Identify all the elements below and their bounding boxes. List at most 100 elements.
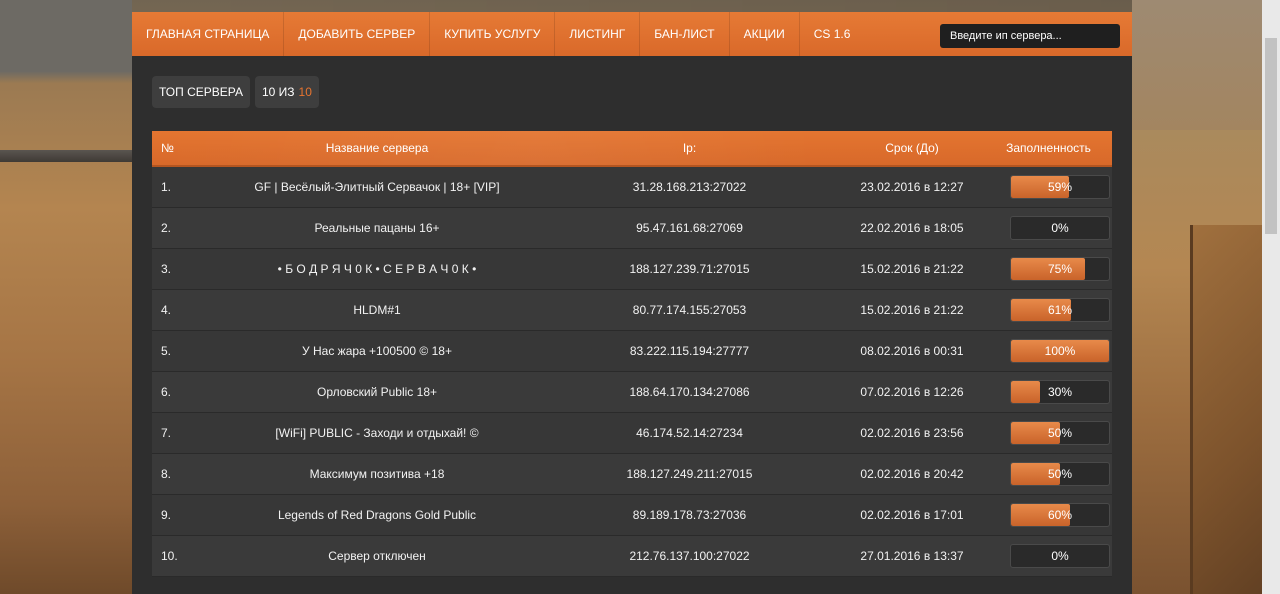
nav-home[interactable]: ГЛАВНАЯ СТРАНИЦА: [132, 12, 285, 56]
fill-progress-bar: 59%: [1010, 175, 1110, 199]
row-server-ip[interactable]: 188.127.249.211:27015: [542, 467, 837, 481]
row-server-ip[interactable]: 95.47.161.68:27069: [542, 221, 837, 235]
page-scrollbar[interactable]: [1262, 0, 1280, 594]
header-ip: Ip:: [682, 141, 697, 155]
row-server-ip[interactable]: 188.64.170.134:27086: [542, 385, 837, 399]
row-expiry-date: 23.02.2016 в 12:27: [860, 180, 964, 194]
fill-progress-bar: 61%: [1010, 298, 1110, 322]
server-ip-search-input[interactable]: Введите ип сервера...: [940, 24, 1120, 48]
row-expiry-date: 15.02.2016 в 21:22: [860, 303, 964, 317]
row-number: 6.: [161, 385, 172, 399]
row-server-name[interactable]: GF | Весёлый-Элитный Сервачок | 18+ [VIP…: [212, 180, 542, 194]
fill-progress-bar: 50%: [1010, 462, 1110, 486]
header-number: №: [161, 141, 174, 155]
row-number: 1.: [161, 180, 172, 194]
table-header: № Название сервера Ip: Срок (До) Заполне…: [152, 131, 1112, 167]
row-server-ip[interactable]: 188.127.239.71:27015: [542, 262, 837, 276]
header-expiry: Срок (До): [885, 141, 939, 155]
fill-percent-label: 30%: [1047, 385, 1073, 399]
fill-percent-label: 50%: [1047, 467, 1073, 481]
nav-listing[interactable]: ЛИСТИНГ: [555, 12, 641, 56]
server-count-total: 10: [298, 85, 312, 99]
header-server-name: Название сервера: [325, 141, 429, 155]
row-server-name[interactable]: Legends of Red Dragons Gold Public: [212, 508, 542, 522]
servers-table: № Название сервера Ip: Срок (До) Заполне…: [152, 131, 1112, 577]
background-scene-left: [0, 0, 132, 594]
fill-progress-bar: 60%: [1010, 503, 1110, 527]
row-fill-cell: 75%: [987, 257, 1112, 281]
row-server-ip[interactable]: 80.77.174.155:27053: [542, 303, 837, 317]
row-server-name[interactable]: У Нас жара +100500 © 18+: [212, 344, 542, 358]
fill-progress-bar: 100%: [1010, 339, 1110, 363]
server-count-badge: 10 ИЗ 10: [254, 76, 319, 108]
table-row[interactable]: 6. Орловский Public 18+ 188.64.170.134:270…: [152, 372, 1112, 413]
row-server-name[interactable]: Максимум позитива +18: [212, 467, 542, 481]
table-row[interactable]: 4. HLDM#1 80.77.174.155:27053 15.02.2016 в …: [152, 290, 1112, 331]
row-fill-cell: 0%: [987, 216, 1112, 240]
row-server-name[interactable]: HLDM#1: [212, 303, 542, 317]
row-fill-cell: 61%: [987, 298, 1112, 322]
row-number: 5.: [161, 344, 172, 358]
table-row[interactable]: 1. GF | Весёлый-Элитный Сервачок | 18+ [V…: [152, 167, 1112, 208]
row-server-name[interactable]: [WiFi] PUBLIC - Заходи и отдыхай! ©: [212, 426, 542, 440]
row-expiry-date: 15.02.2016 в 21:22: [860, 262, 964, 276]
row-number: 10.: [161, 549, 178, 563]
scrollbar-thumb[interactable]: [1265, 38, 1277, 234]
fill-progress-bar: 75%: [1010, 257, 1110, 281]
table-row[interactable]: 10. Сервер отключен 212.76.137.100:27022 27…: [152, 536, 1112, 577]
row-server-ip[interactable]: 212.76.137.100:27022: [542, 549, 837, 563]
table-row[interactable]: 3. • Б О Д Р Я Ч 0 К • С Е Р В А Ч 0 К • 1…: [152, 249, 1112, 290]
row-number: 8.: [161, 467, 172, 481]
row-fill-cell: 50%: [987, 462, 1112, 486]
row-expiry-date: 02.02.2016 в 23:56: [860, 426, 964, 440]
row-server-name[interactable]: • Б О Д Р Я Ч 0 К • С Е Р В А Ч 0 К •: [212, 262, 542, 276]
table-row[interactable]: 8. Максимум позитива +18 188.127.249.211:2…: [152, 454, 1112, 495]
top-servers-tab[interactable]: ТОП СЕРВЕРА: [152, 76, 250, 108]
row-expiry-date: 07.02.2016 в 12:26: [860, 385, 964, 399]
nav-promotions[interactable]: АКЦИИ: [730, 12, 800, 56]
fill-percent-label: 75%: [1047, 262, 1073, 276]
fill-progress-bar: 30%: [1010, 380, 1110, 404]
row-number: 9.: [161, 508, 172, 522]
row-server-ip[interactable]: 89.189.178.73:27036: [542, 508, 837, 522]
server-count-prefix: 10 ИЗ: [261, 85, 295, 99]
row-expiry-date: 27.01.2016 в 13:37: [860, 549, 964, 563]
row-expiry-date: 08.02.2016 в 00:31: [860, 344, 964, 358]
nav-buy-service[interactable]: КУПИТЬ УСЛУГУ: [430, 12, 556, 56]
fill-percent-label: 50%: [1047, 426, 1073, 440]
row-fill-cell: 0%: [987, 544, 1112, 568]
fill-progress-bar: 0%: [1010, 216, 1110, 240]
row-expiry-date: 02.02.2016 в 20:42: [860, 467, 964, 481]
nav-cs16[interactable]: CS 1.6: [800, 12, 865, 56]
nav-ban-list[interactable]: БАН-ЛИСТ: [640, 12, 730, 56]
table-row[interactable]: 7. [WiFi] PUBLIC - Заходи и отдыхай! © 46.…: [152, 413, 1112, 454]
nav-add-server[interactable]: ДОБАВИТЬ СЕРВЕР: [284, 12, 431, 56]
table-row[interactable]: 2. Реальные пацаны 16+ 95.47.161.68:27069 2…: [152, 208, 1112, 249]
table-row[interactable]: 5. У Нас жара +100500 © 18+ 83.222.115.194…: [152, 331, 1112, 372]
row-server-name[interactable]: Реальные пацаны 16+: [212, 221, 542, 235]
top-navigation: ГЛАВНАЯ СТРАНИЦА ДОБАВИТЬ СЕРВЕР КУПИТЬ …: [132, 12, 1132, 56]
row-server-ip[interactable]: 46.174.52.14:27234: [542, 426, 837, 440]
row-fill-cell: 59%: [987, 175, 1112, 199]
row-server-name[interactable]: Сервер отключен: [212, 549, 542, 563]
row-fill-cell: 60%: [987, 503, 1112, 527]
row-fill-cell: 50%: [987, 421, 1112, 445]
row-number: 3.: [161, 262, 172, 276]
fill-percent-label: 59%: [1047, 180, 1073, 194]
fill-percent-label: 100%: [1044, 344, 1076, 358]
row-server-ip[interactable]: 83.222.115.194:27777: [542, 344, 837, 358]
fill-progress-bar: 0%: [1010, 544, 1110, 568]
fill-percent-label: 0%: [1051, 221, 1069, 235]
fill-progress-bar: 50%: [1010, 421, 1110, 445]
header-fill: Заполненность: [1006, 141, 1091, 155]
table-row[interactable]: 9. Legends of Red Dragons Gold Public 89.1…: [152, 495, 1112, 536]
fill-percent-label: 60%: [1047, 508, 1073, 522]
background-scene-right: [1132, 0, 1280, 594]
table-body: 1. GF | Весёлый-Элитный Сервачок | 18+ [V…: [152, 167, 1112, 577]
row-server-name[interactable]: Орловский Public 18+: [212, 385, 542, 399]
row-fill-cell: 100%: [987, 339, 1112, 363]
row-number: 4.: [161, 303, 172, 317]
fill-percent-label: 0%: [1051, 549, 1069, 563]
row-server-ip[interactable]: 31.28.168.213:27022: [542, 180, 837, 194]
row-expiry-date: 02.02.2016 в 17:01: [860, 508, 964, 522]
